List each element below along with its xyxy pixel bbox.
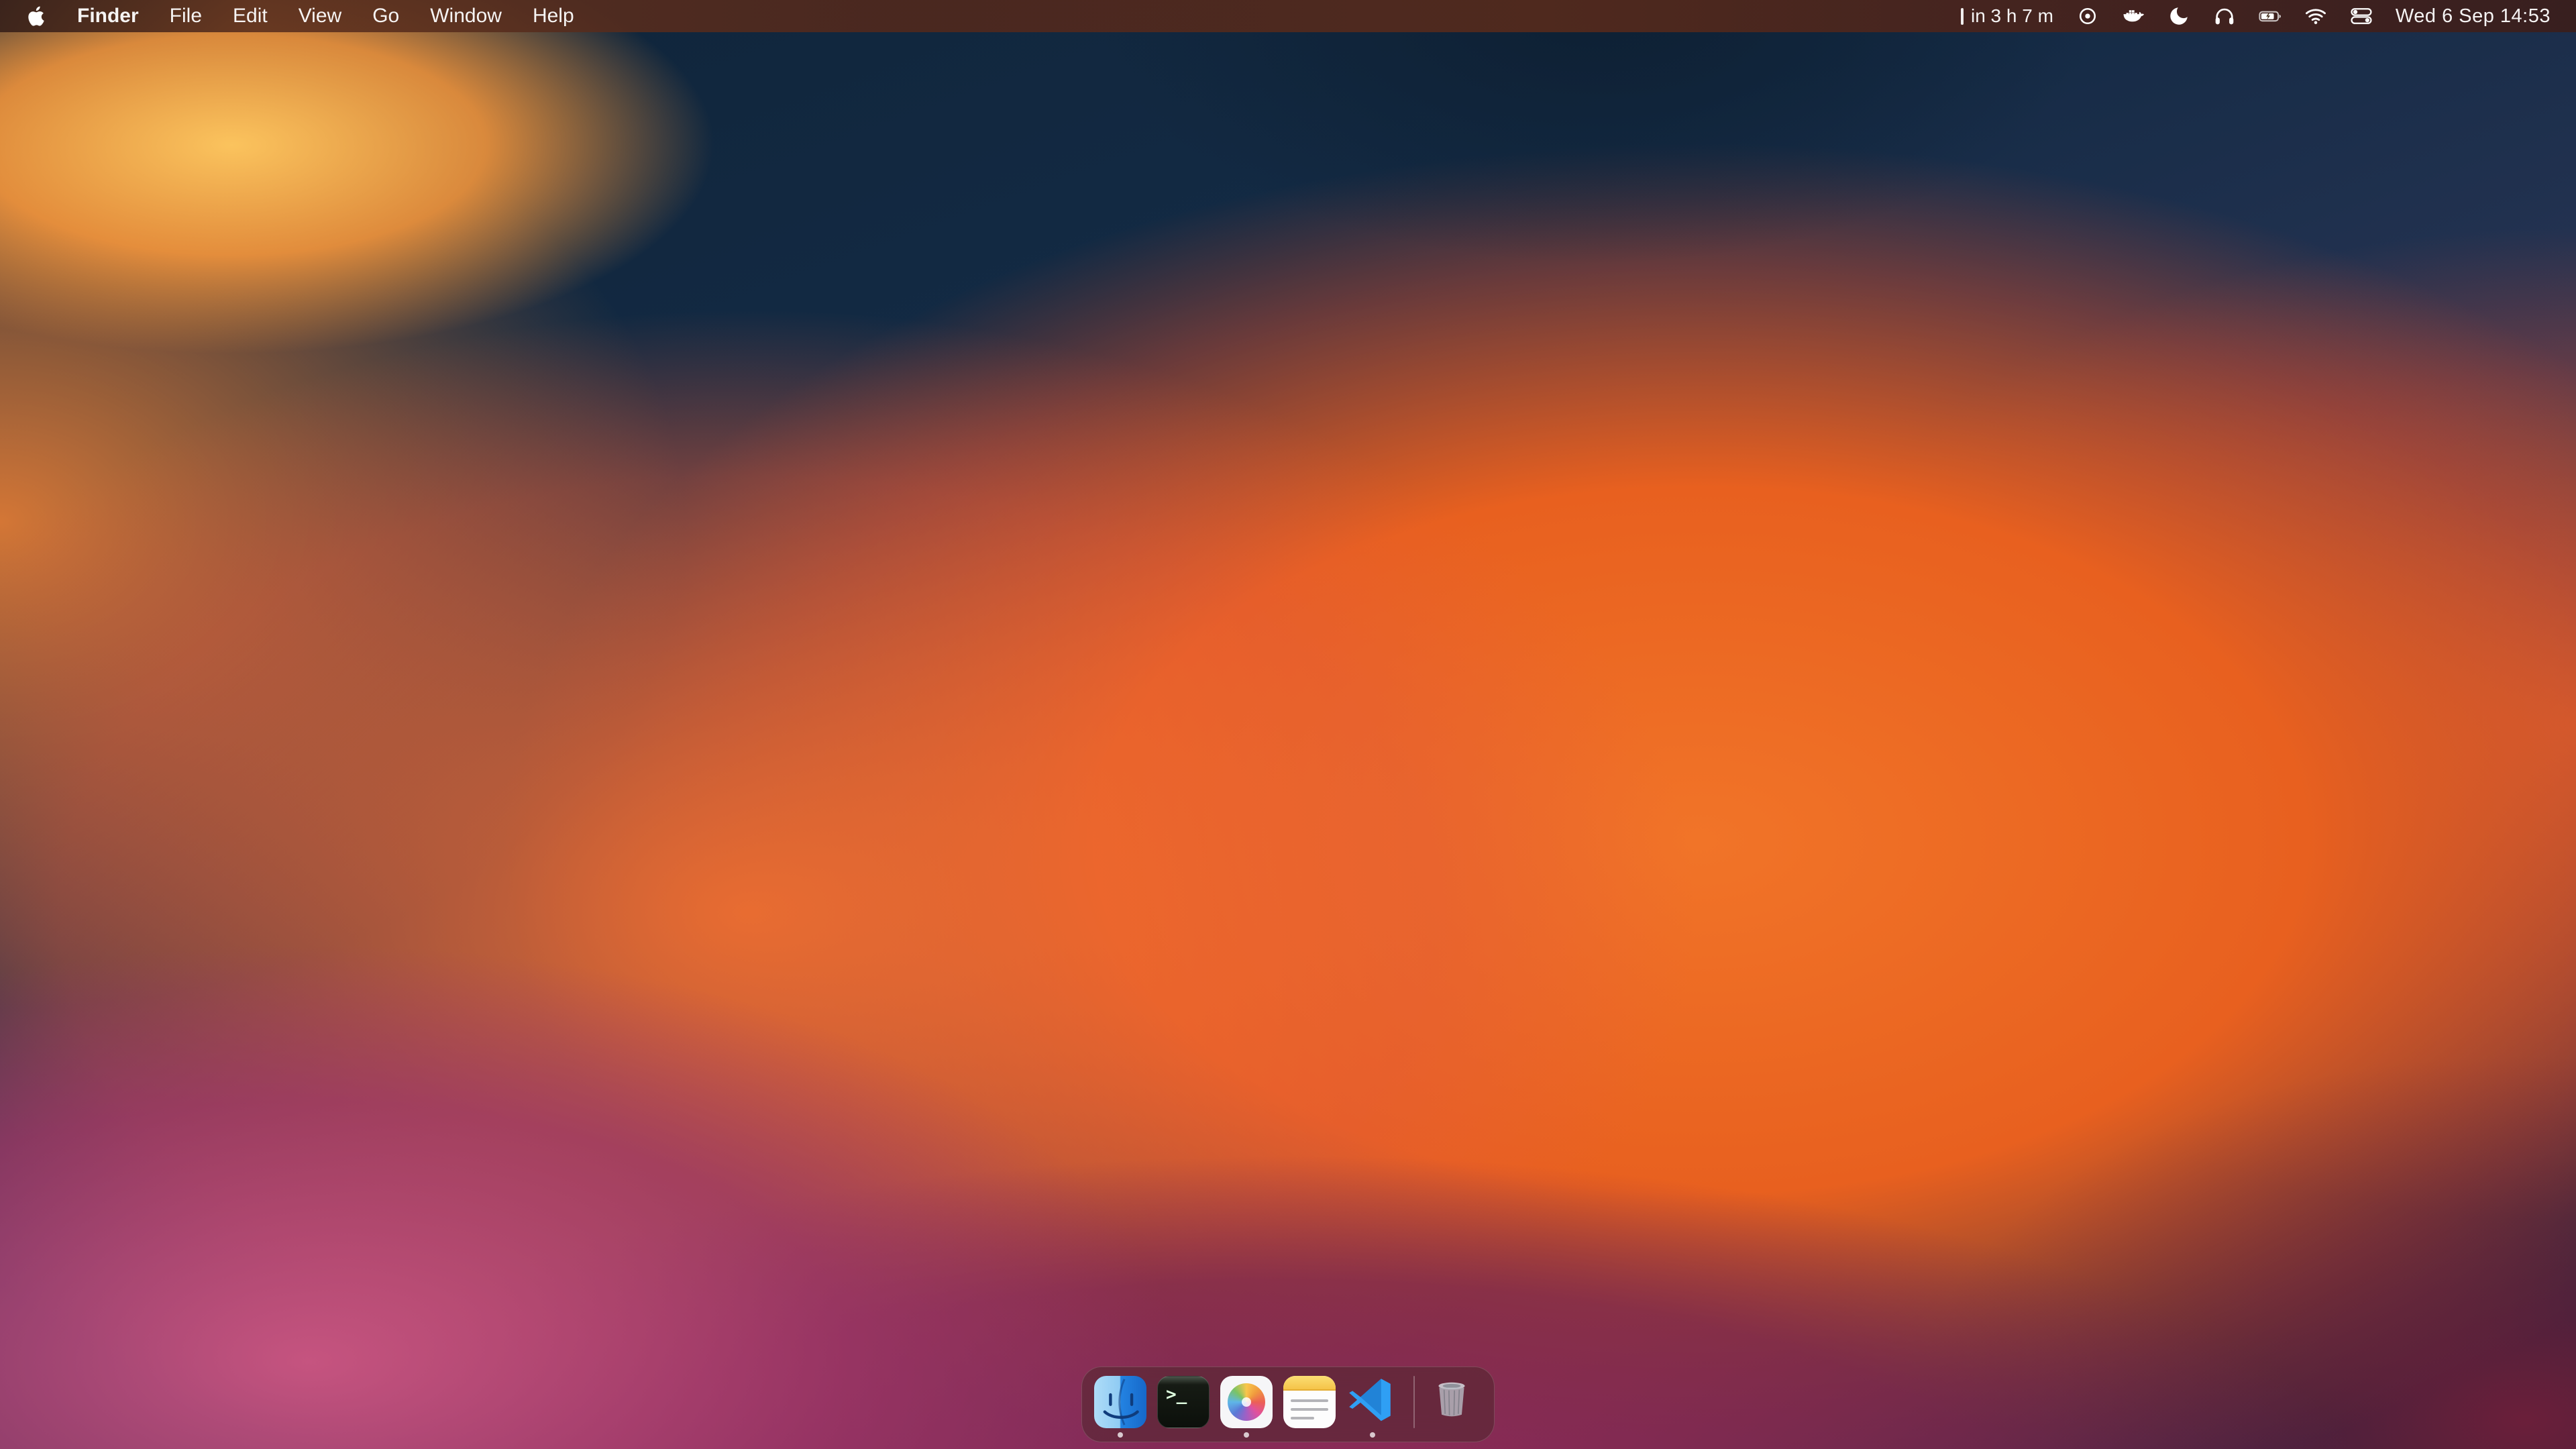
dock: >_ [1081, 1366, 1495, 1442]
notes-lines [1283, 1391, 1336, 1428]
finder-icon [1094, 1376, 1146, 1428]
trash-icon [1430, 1376, 1482, 1428]
menu-window[interactable]: Window [415, 0, 517, 32]
dock-item-vscode[interactable] [1346, 1376, 1399, 1438]
notes-icon [1283, 1376, 1336, 1428]
running-indicator [1244, 1432, 1249, 1438]
docker-icon[interactable] [2122, 0, 2145, 32]
record-ring-icon[interactable] [2076, 0, 2099, 32]
status-timer[interactable]: in 3 h 7 m [1961, 0, 2053, 32]
dock-item-finder[interactable] [1094, 1376, 1146, 1438]
dock-item-notes[interactable] [1283, 1376, 1336, 1438]
headphones-icon[interactable] [2213, 0, 2236, 32]
control-center-icon[interactable] [2350, 0, 2373, 32]
vscode-icon [1346, 1376, 1399, 1428]
timer-text: in 3 h 7 m [1971, 5, 2053, 27]
running-indicator [1118, 1432, 1123, 1438]
dock-divider [1413, 1376, 1415, 1428]
menu-bar-clock[interactable]: Wed 6 Sep 14:53 [2396, 0, 2551, 32]
timer-bar-icon [1961, 8, 1964, 25]
menu-app-name[interactable]: Finder [62, 0, 154, 32]
photos-icon [1220, 1376, 1273, 1428]
menu-file[interactable]: File [154, 0, 217, 32]
apple-menu[interactable] [17, 0, 62, 32]
terminal-icon: >_ [1157, 1376, 1210, 1428]
menu-help[interactable]: Help [517, 0, 590, 32]
dock-item-photos[interactable] [1220, 1376, 1273, 1438]
wifi-icon[interactable] [2304, 0, 2327, 32]
running-indicator [1370, 1432, 1375, 1438]
menu-bar: Finder File Edit View Go Window Help in … [0, 0, 2576, 32]
dock-item-terminal[interactable]: >_ [1157, 1376, 1210, 1438]
menu-bar-status: in 3 h 7 m [1961, 0, 2576, 32]
notes-yellow-band [1283, 1376, 1336, 1391]
focus-moon-icon[interactable] [2167, 0, 2190, 32]
menu-edit[interactable]: Edit [217, 0, 283, 32]
apple-logo-icon [27, 5, 48, 27]
wallpaper [0, 0, 2576, 1449]
photos-flower-glyph [1228, 1383, 1265, 1421]
terminal-prompt-glyph: >_ [1166, 1385, 1187, 1405]
dock-item-trash[interactable] [1430, 1376, 1482, 1438]
menu-view[interactable]: View [283, 0, 357, 32]
menu-bar-left: Finder File Edit View Go Window Help [0, 0, 590, 32]
desktop: Finder File Edit View Go Window Help in … [0, 0, 2576, 1449]
menu-go[interactable]: Go [357, 0, 415, 32]
battery-charging-icon[interactable] [2259, 0, 2282, 32]
